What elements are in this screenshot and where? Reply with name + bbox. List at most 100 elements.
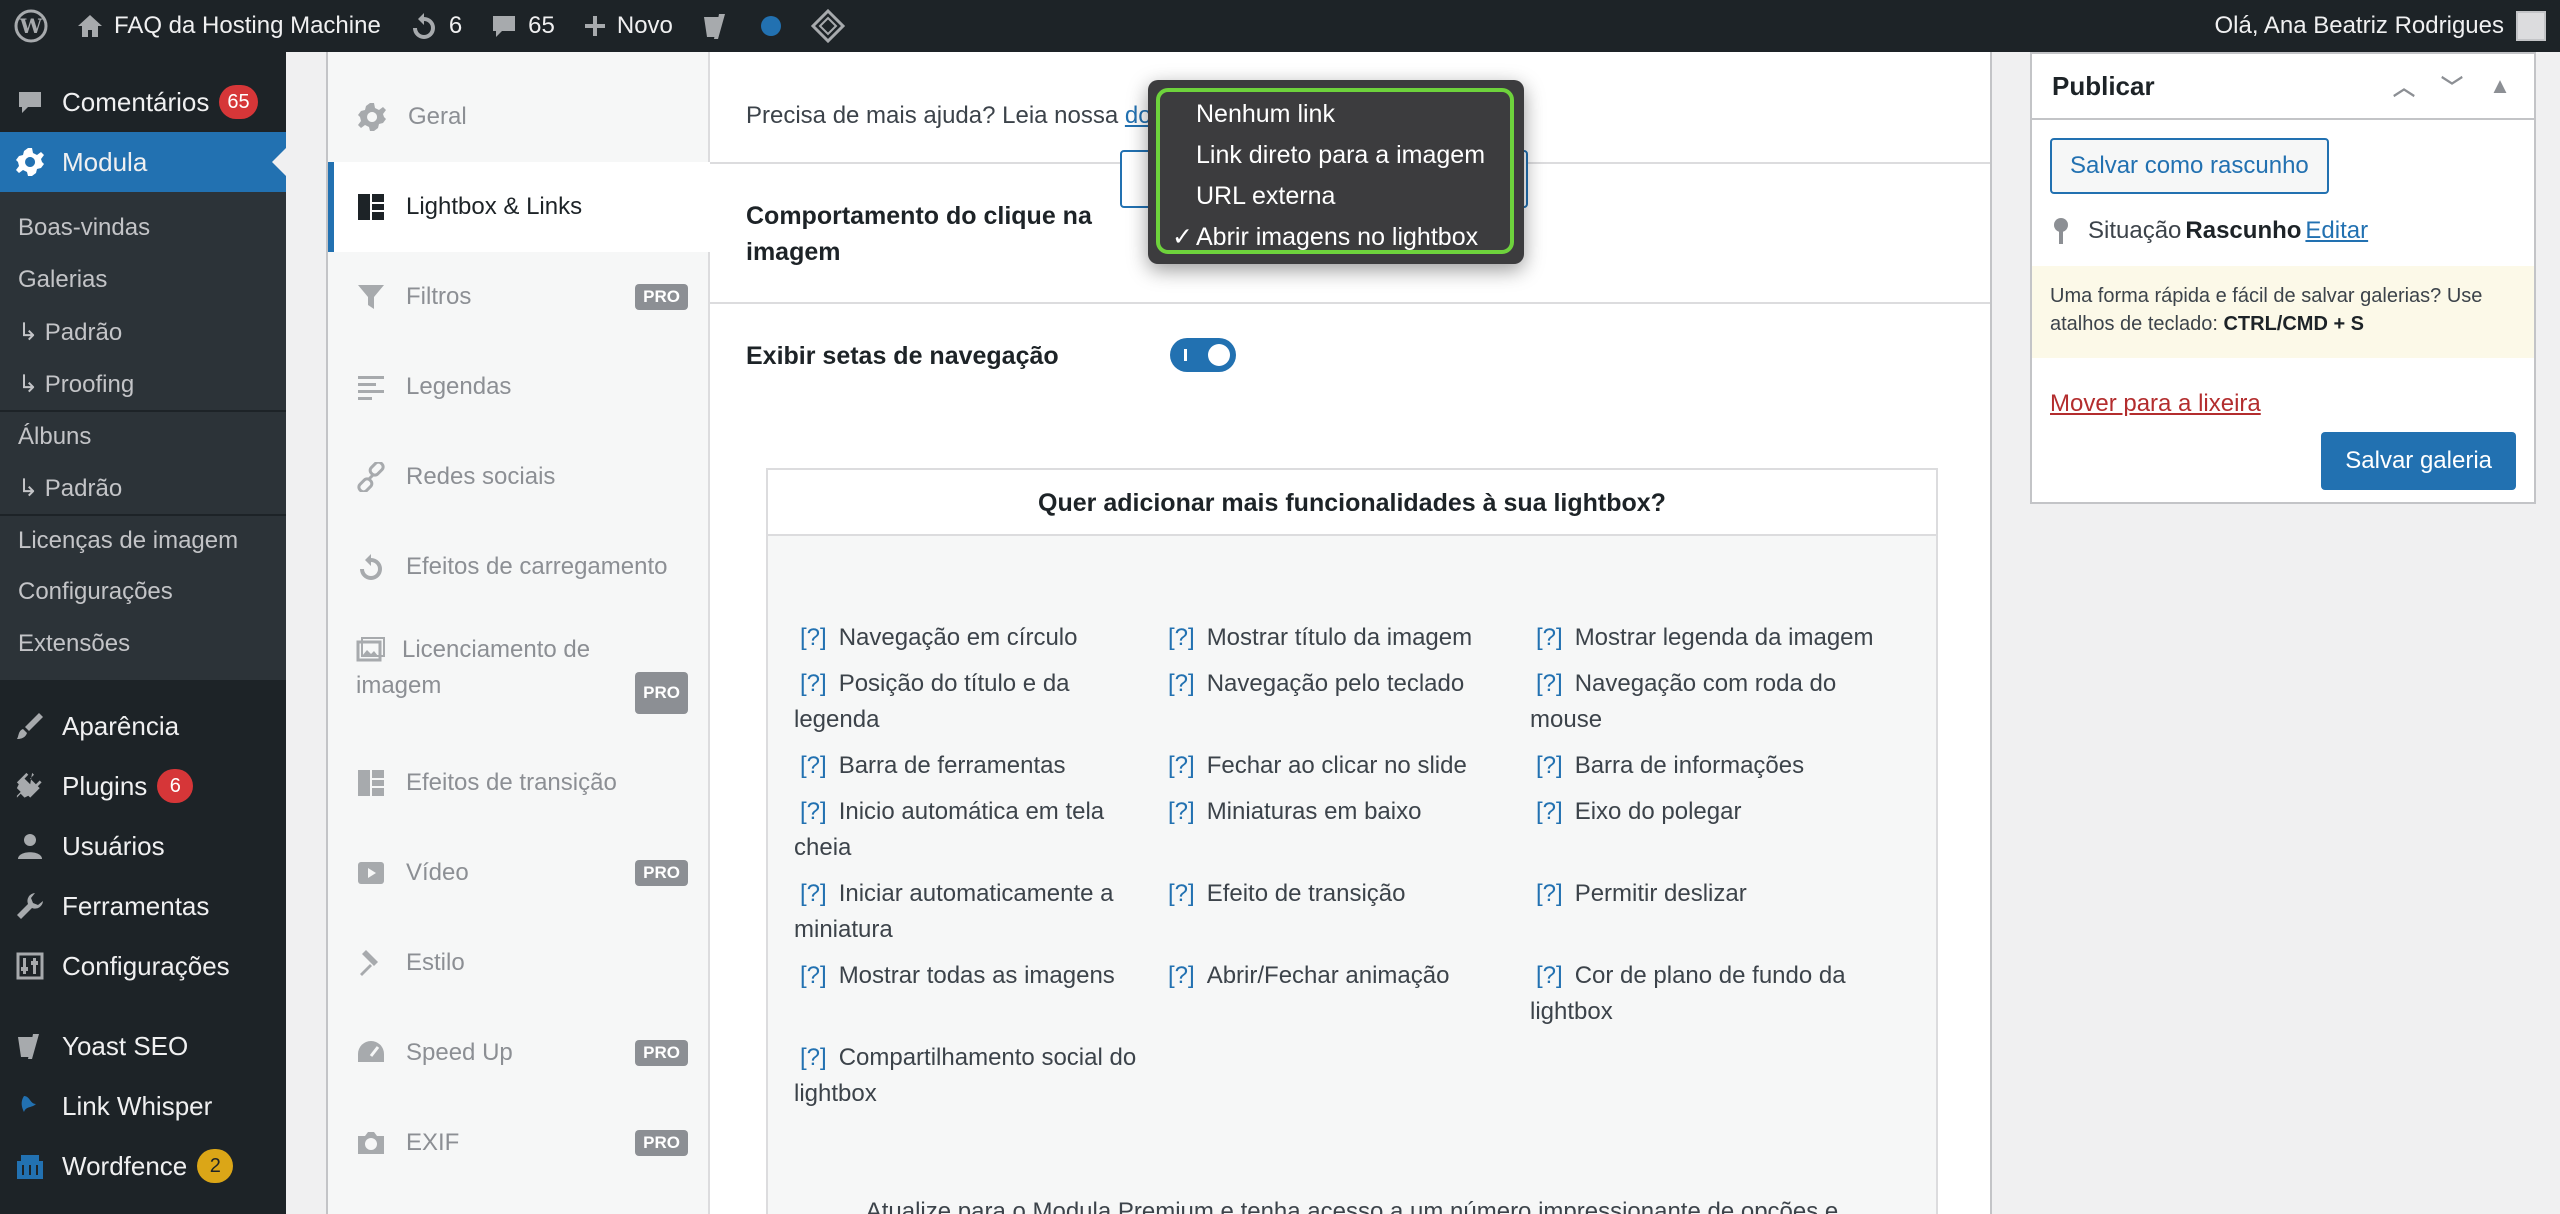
feature-item: [?] Mostrar legenda da imagem [1530, 620, 1898, 656]
submenu-item[interactable]: Configurações [0, 566, 286, 618]
tab-label: Efeitos de transição [406, 769, 617, 796]
comments-link[interactable]: 65 [476, 0, 569, 52]
tab-geral[interactable]: Geral [328, 72, 708, 162]
updates-link[interactable]: 6 [395, 0, 476, 52]
tab-licenciamento[interactable]: Licenciamento de imagem PRO [328, 612, 708, 738]
click-behavior-label: Comportamento do clique na imagem [746, 202, 1092, 266]
menu-plugins[interactable]: Plugins 6 [0, 756, 286, 816]
menu-label: Aparência [62, 710, 180, 741]
tab-redes-sociais[interactable]: Redes sociais [328, 432, 708, 522]
feature-label: Cor de plano de fundo da lightbox [1530, 962, 1846, 1025]
dropdown-option[interactable]: Link direto para a imagem [1160, 135, 1510, 176]
move-to-trash-link[interactable]: Mover para a lixeira [2050, 390, 2261, 418]
help-tooltip-link[interactable]: [?] [1168, 962, 1195, 989]
updates-count: 6 [448, 12, 463, 39]
menu-tools[interactable]: Ferramentas [0, 876, 286, 936]
save-draft-button[interactable]: Salvar como rascunho [2050, 138, 2329, 194]
help-tooltip-link[interactable]: [?] [1168, 752, 1195, 779]
help-tooltip-link[interactable]: [?] [1168, 624, 1195, 651]
dropdown-highlight: Nenhum link Link direto para a imagem UR… [1156, 88, 1514, 254]
nav-arrows-toggle[interactable] [1170, 338, 1236, 372]
dropdown-option[interactable]: URL externa [1160, 176, 1510, 217]
submenu-item[interactable]: Licenças de imagem [0, 514, 286, 566]
chevron-up-icon[interactable]: ︿ [2380, 70, 2428, 102]
help-tooltip-link[interactable]: [?] [1536, 670, 1563, 697]
submenu-item[interactable]: Galerias [0, 254, 286, 306]
submenu-item[interactable]: ↳ Padrão [0, 306, 286, 358]
menu-label: Plugins [62, 770, 148, 801]
menu-link-whisper[interactable]: Link Whisper [0, 1076, 286, 1136]
feature-item: [?] Abrir/Fechar animação [1162, 958, 1530, 1030]
tab-speed-up[interactable]: Speed Up PRO [328, 1008, 708, 1098]
help-tooltip-link[interactable]: [?] [1168, 880, 1195, 907]
help-tooltip-link[interactable]: [?] [800, 670, 827, 697]
feature-item: [?] Navegação pelo teclado [1162, 666, 1530, 738]
help-tooltip-link[interactable]: [?] [1168, 798, 1195, 825]
help-tooltip-link[interactable]: [?] [1536, 624, 1563, 651]
help-tooltip-link[interactable]: [?] [800, 798, 827, 825]
menu-label: Configurações [62, 950, 230, 981]
feature-item: [?] Barra de ferramentas [794, 748, 1162, 784]
save-gallery-button[interactable]: Salvar galeria [2321, 432, 2516, 490]
tab-filtros[interactable]: Filtros PRO [328, 252, 708, 342]
tab-efeitos-transicao[interactable]: Efeitos de transição [328, 738, 708, 828]
feature-label: Fechar ao clicar no slide [1206, 752, 1467, 779]
tab-lightbox-links[interactable]: Lightbox & Links [328, 162, 710, 252]
menu-appearance[interactable]: Aparência [0, 696, 286, 756]
new-label: Novo [616, 12, 673, 39]
tab-exif[interactable]: EXIF PRO [328, 1098, 708, 1188]
yoast-link[interactable] [687, 0, 745, 52]
help-tooltip-link[interactable]: [?] [800, 962, 827, 989]
tab-efeitos-carregamento[interactable]: Efeitos de carregamento [328, 522, 708, 612]
site-name-link[interactable]: FAQ da Hosting Machine [62, 0, 395, 52]
option-label: Abrir imagens no lightbox [1196, 223, 1479, 251]
my-account[interactable]: Olá, Ana Beatriz Rodrigues [2215, 11, 2560, 41]
greeting: Olá, Ana Beatriz Rodrigues [2214, 12, 2505, 39]
dropdown-option[interactable]: Nenhum link [1160, 94, 1510, 135]
chevron-down-icon[interactable]: ﹀ [2428, 70, 2476, 102]
feature-item: [?] Permitir deslizar [1530, 876, 1898, 948]
feature-label: Mostrar título da imagem [1206, 624, 1473, 651]
help-tooltip-link[interactable]: [?] [1536, 798, 1563, 825]
help-tooltip-link[interactable]: [?] [800, 880, 827, 907]
images-icon [356, 636, 385, 662]
speedometer-icon [358, 1041, 384, 1062]
tab-label: Efeitos de carregamento [406, 553, 668, 580]
wordpress-logo[interactable]: W [0, 0, 62, 52]
menu-comments[interactable]: Comentários 65 [0, 72, 286, 132]
dropdown-option-selected[interactable]: ✓ Abrir imagens no lightbox [1160, 217, 1510, 258]
help-tooltip-link[interactable]: [?] [1536, 962, 1563, 989]
tab-estilo[interactable]: Estilo [328, 918, 708, 1008]
help-tooltip-link[interactable]: [?] [1536, 880, 1563, 907]
submenu-item[interactable]: Álbuns [0, 410, 286, 462]
status-dot[interactable] [745, 0, 797, 52]
tab-legendas[interactable]: Legendas [328, 342, 708, 432]
wordfence-icon [17, 1155, 43, 1179]
triangle-up-icon[interactable]: ▲ [2476, 73, 2524, 99]
submenu-item[interactable]: ↳ Padrão [0, 462, 286, 514]
menu-modula[interactable]: Modula [0, 132, 286, 192]
admin-bar: W FAQ da Hosting Machine 6 65 Novo Olá, … [0, 0, 2560, 52]
brush-icon [17, 713, 43, 739]
help-tooltip-link[interactable]: [?] [800, 752, 827, 779]
submenu-item[interactable]: ↳ Proofing [0, 358, 286, 410]
submenu-item[interactable]: Boas-vindas [0, 202, 286, 254]
menu-label: Comentários [62, 86, 210, 117]
help-tooltip-link[interactable]: [?] [800, 1044, 827, 1071]
menu-users[interactable]: Usuários [0, 816, 286, 876]
menu-settings[interactable]: Configurações [0, 936, 286, 996]
menu-label: Wordfence [62, 1150, 188, 1181]
submenu-item[interactable]: Extensões [0, 618, 286, 670]
tab-video[interactable]: Vídeo PRO [328, 828, 708, 918]
menu-spacer [0, 680, 286, 696]
edit-status-link[interactable]: Editar [2305, 217, 2368, 245]
diamond-link[interactable] [797, 0, 859, 52]
help-tooltip-link[interactable]: [?] [1536, 752, 1563, 779]
new-content-link[interactable]: Novo [569, 0, 687, 52]
menu-wordfence[interactable]: Wordfence 2 [0, 1136, 286, 1196]
help-tooltip-link[interactable]: [?] [1168, 670, 1195, 697]
menu-label: Yoast SEO [62, 1030, 189, 1061]
menu-yoast[interactable]: Yoast SEO [0, 1016, 286, 1076]
yoast-icon [703, 14, 725, 39]
help-tooltip-link[interactable]: [?] [800, 624, 827, 651]
